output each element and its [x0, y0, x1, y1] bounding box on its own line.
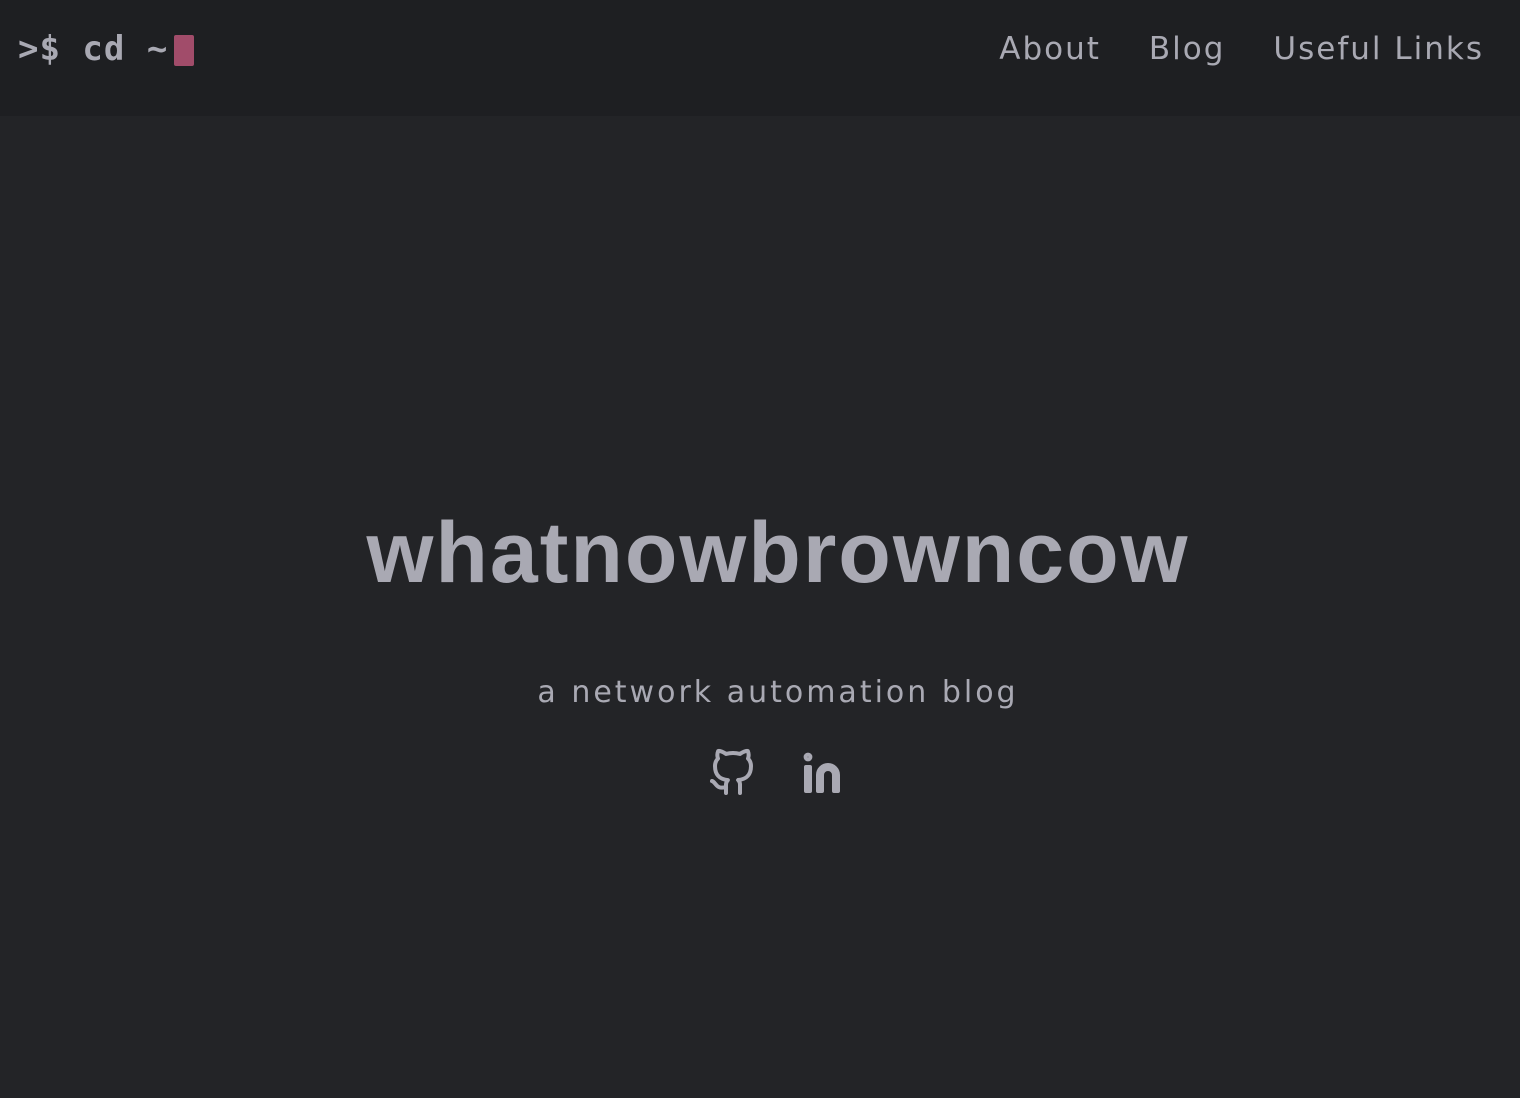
social-links [708, 748, 848, 798]
nav-link-blog[interactable]: Blog [1149, 31, 1226, 67]
site-subtitle: a network automation blog [537, 675, 1019, 710]
linkedin-icon [803, 752, 840, 793]
github-icon [710, 748, 753, 795]
main-nav: About Blog Useful Links [951, 26, 1484, 72]
site-logo-link[interactable]: >$ cd ~ [18, 24, 195, 74]
nav-link-about[interactable]: About [999, 31, 1101, 67]
nav-link-useful-links[interactable]: Useful Links [1273, 31, 1484, 67]
logo-prompt-text: >$ cd ~ [18, 29, 169, 69]
github-link[interactable] [708, 748, 756, 798]
logo-cursor [174, 34, 195, 66]
site-header: >$ cd ~ About Blog Useful Links [0, 0, 1520, 116]
linkedin-link[interactable] [800, 748, 848, 798]
site-title: whatnowbrowncow [366, 505, 1190, 601]
